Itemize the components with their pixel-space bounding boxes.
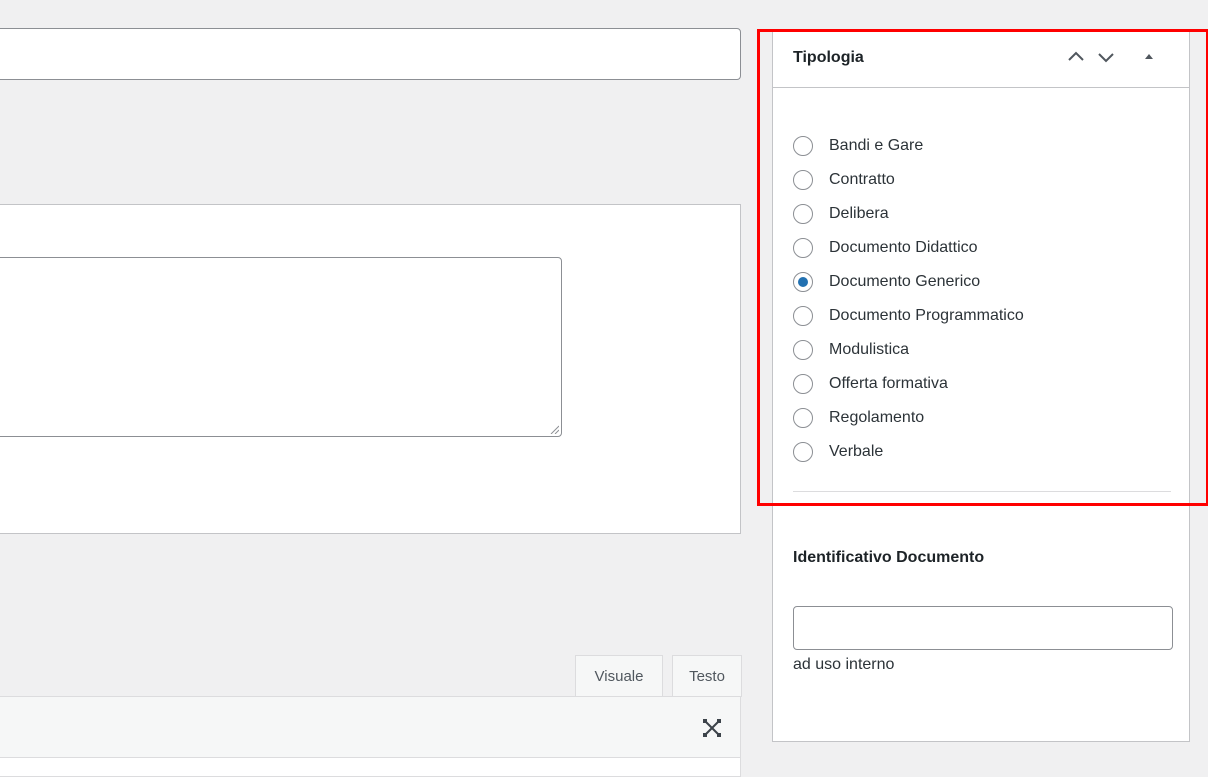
tipologia-metabox: Tipologia Bandi e Gare Contratto Deliber… (772, 30, 1190, 742)
excerpt-textarea[interactable] (0, 257, 562, 437)
tab-text[interactable]: Testo (672, 655, 742, 697)
editor-content-area[interactable] (0, 757, 741, 777)
tab-visual[interactable]: Visuale (575, 655, 663, 698)
identificativo-input[interactable] (793, 606, 1173, 650)
radio-button[interactable] (793, 442, 813, 462)
tipologia-radio-list: Bandi e Gare Contratto Delibera Document… (793, 129, 1024, 469)
chevron-up-icon[interactable] (1064, 45, 1088, 69)
metabox-title: Tipologia (793, 49, 864, 66)
radio-option-documento-programmatico[interactable]: Documento Programmatico (793, 299, 1024, 333)
editor-toolbar (0, 696, 741, 758)
radio-button[interactable] (793, 204, 813, 224)
radio-button[interactable] (793, 136, 813, 156)
title-input[interactable] (0, 28, 741, 80)
radio-option-contratto[interactable]: Contratto (793, 163, 1024, 197)
radio-option-documento-generico[interactable]: Documento Generico (793, 265, 1024, 299)
identificativo-hint: ad uso interno (793, 656, 895, 673)
chevron-down-icon[interactable] (1094, 45, 1118, 69)
radio-option-delibera[interactable]: Delibera (793, 197, 1024, 231)
fullscreen-icon[interactable] (702, 718, 722, 738)
divider (793, 491, 1171, 492)
collapse-toggle-icon[interactable] (1137, 45, 1161, 69)
radio-option-verbale[interactable]: Verbale (793, 435, 1024, 469)
radio-option-bandi-e-gare[interactable]: Bandi e Gare (793, 129, 1024, 163)
radio-button[interactable] (793, 170, 813, 190)
radio-option-regolamento[interactable]: Regolamento (793, 401, 1024, 435)
radio-button[interactable] (793, 306, 813, 326)
radio-button[interactable] (793, 408, 813, 428)
radio-button[interactable] (793, 238, 813, 258)
metabox-header: Tipologia (773, 31, 1189, 88)
radio-button-checked[interactable] (793, 272, 813, 292)
resize-grip-icon[interactable] (549, 424, 559, 434)
identificativo-heading: Identificativo Documento (793, 549, 985, 566)
radio-option-modulistica[interactable]: Modulistica (793, 333, 1024, 367)
radio-button[interactable] (793, 374, 813, 394)
radio-option-offerta-formativa[interactable]: Offerta formativa (793, 367, 1024, 401)
radio-option-documento-didattico[interactable]: Documento Didattico (793, 231, 1024, 265)
radio-button[interactable] (793, 340, 813, 360)
